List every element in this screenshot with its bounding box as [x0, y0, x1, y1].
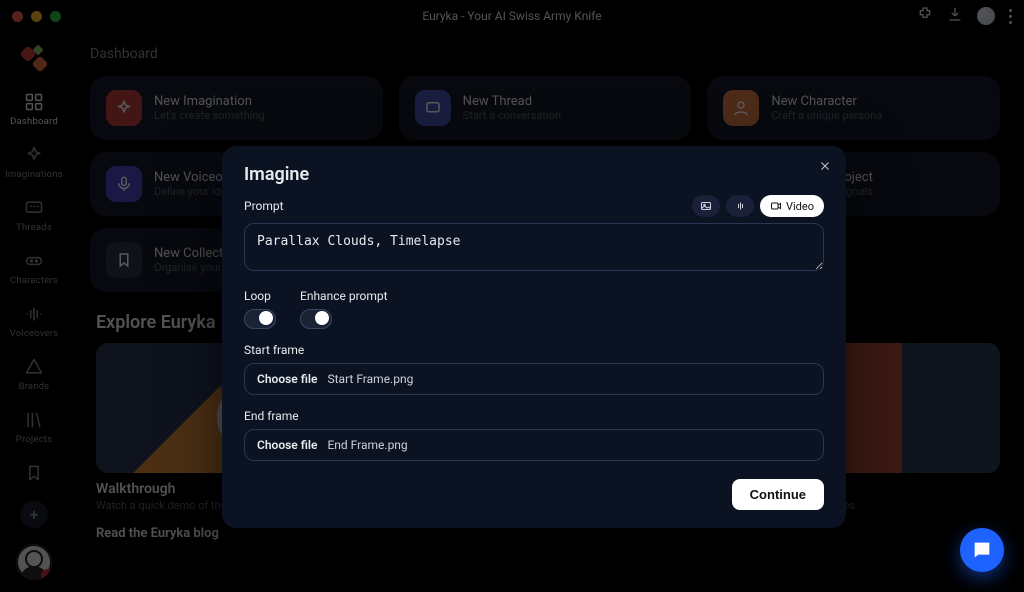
loop-label: Loop [244, 289, 276, 303]
imagine-modal: Imagine Prompt Video Loop Enhance prompt… [222, 146, 846, 528]
chip-video-label: Video [786, 200, 814, 213]
choose-file-button[interactable]: Choose file [257, 438, 317, 452]
intercom-icon [971, 539, 993, 561]
choose-file-button[interactable]: Choose file [257, 372, 317, 386]
chip-image[interactable] [692, 195, 720, 217]
enhance-label: Enhance prompt [300, 289, 388, 303]
chip-video[interactable]: Video [760, 195, 824, 217]
start-frame-input[interactable]: Choose file Start Frame.png [244, 363, 824, 395]
media-type-chips: Video [692, 195, 824, 217]
end-frame-input[interactable]: Choose file End Frame.png [244, 429, 824, 461]
start-frame-label: Start frame [244, 343, 824, 357]
modal-title: Imagine [244, 164, 824, 185]
end-frame-filename: End Frame.png [327, 438, 407, 452]
start-frame-filename: Start Frame.png [327, 372, 413, 386]
prompt-label: Prompt [244, 199, 284, 213]
prompt-input[interactable] [244, 223, 824, 271]
chat-fab[interactable] [960, 528, 1004, 572]
chip-audio[interactable] [726, 195, 754, 217]
continue-button[interactable]: Continue [732, 479, 824, 510]
enhance-toggle[interactable] [300, 309, 332, 329]
close-icon[interactable] [818, 158, 832, 177]
end-frame-label: End frame [244, 409, 824, 423]
loop-toggle[interactable] [244, 309, 276, 329]
